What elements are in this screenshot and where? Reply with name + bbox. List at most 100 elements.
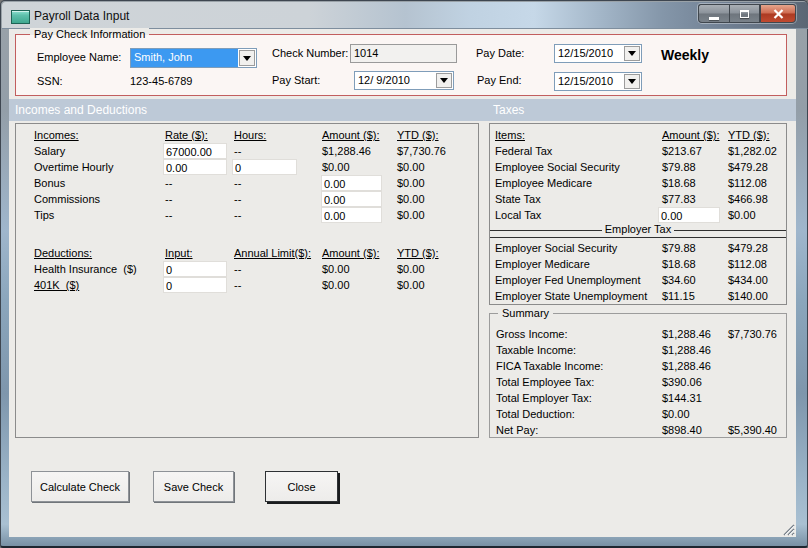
tax-row-ytd: $479.28 bbox=[728, 161, 768, 173]
overtime-hours-input[interactable] bbox=[232, 159, 297, 175]
tax-row-ytd: $112.08 bbox=[728, 258, 767, 270]
window-frame: Payroll Data Input Pay Check Information… bbox=[0, 0, 808, 548]
pay-date-value: 12/15/2010 bbox=[555, 45, 623, 62]
health-amount: $0.00 bbox=[322, 263, 350, 275]
tax-row-ytd: $434.00 bbox=[728, 274, 768, 286]
close-icon bbox=[773, 9, 784, 19]
close-button[interactable] bbox=[760, 4, 796, 23]
income-row-label: Bonus bbox=[34, 177, 65, 189]
summary-row-amount: $898.40 bbox=[662, 424, 702, 436]
tax-row-ytd: $112.08 bbox=[728, 177, 767, 189]
pay-end-dropdown-icon[interactable] bbox=[624, 74, 640, 89]
employee-name-value: Smith, John bbox=[131, 49, 238, 67]
tax-row-ytd: $479.28 bbox=[728, 242, 768, 254]
ssn-label: SSN: bbox=[37, 75, 63, 87]
rate-header: Rate ($): bbox=[165, 129, 208, 141]
tax-row-label: Employer Social Security bbox=[495, 242, 617, 254]
bonus-ytd: $0.00 bbox=[397, 177, 425, 189]
employee-name-dropdown-icon[interactable] bbox=[239, 50, 255, 66]
check-number-input[interactable]: 1014 bbox=[350, 44, 457, 63]
tax-row-ytd: $140.00 bbox=[728, 290, 768, 302]
summary-row-label: Total Employer Tax: bbox=[496, 392, 592, 404]
401k-limit: -- bbox=[234, 279, 241, 291]
pay-date-picker[interactable]: 12/15/2010 bbox=[554, 44, 642, 63]
local-tax-input[interactable] bbox=[658, 207, 720, 223]
summary-row-label: Total Employee Tax: bbox=[496, 376, 594, 388]
summary-row-amount: $390.06 bbox=[662, 376, 702, 388]
summary-row-amount: $1,288.46 bbox=[662, 344, 711, 356]
app-icon bbox=[11, 10, 30, 24]
tax-row-label: Employer Fed Unemployment bbox=[495, 274, 641, 286]
calculate-check-button[interactable]: Calculate Check bbox=[31, 471, 129, 502]
tax-row-label: Federal Tax bbox=[495, 145, 552, 157]
income-row-label: Salary bbox=[34, 145, 65, 157]
tax-row-amount: $79.88 bbox=[662, 161, 696, 173]
tax-row-label: Employee Medicare bbox=[495, 177, 592, 189]
tips-amount-input[interactable] bbox=[321, 207, 382, 223]
window-title: Payroll Data Input bbox=[34, 9, 129, 23]
commissions-amount-input[interactable] bbox=[321, 191, 382, 207]
tips-rate: -- bbox=[165, 209, 172, 221]
ssn-value: 123-45-6789 bbox=[130, 75, 192, 87]
maximize-button[interactable] bbox=[729, 4, 760, 23]
tax-row-amount: $11.15 bbox=[662, 290, 695, 302]
tax-row-label: Employee Social Security bbox=[495, 161, 620, 173]
resize-grip[interactable] bbox=[781, 522, 795, 536]
commissions-ytd: $0.00 bbox=[397, 193, 425, 205]
items-header: Items: bbox=[495, 129, 525, 141]
tax-row-ytd: $466.98 bbox=[728, 193, 768, 205]
pay-start-label: Pay Start: bbox=[272, 74, 320, 86]
summary-row-amount: $1,288.46 bbox=[662, 360, 711, 372]
tax-row-label: State Tax bbox=[495, 193, 541, 205]
401k-ytd: $0.00 bbox=[397, 279, 425, 291]
summary-row-label: Total Deduction: bbox=[496, 408, 575, 420]
employee-name-combobox[interactable]: Smith, John bbox=[130, 48, 257, 68]
401k-input[interactable] bbox=[163, 277, 227, 293]
amount-header: Amount ($): bbox=[322, 129, 379, 141]
overtime-amount: $0.00 bbox=[322, 161, 350, 173]
deduction-row-label-401k: 401K ($) bbox=[34, 279, 79, 291]
tax-row-label: Employer State Unemployment bbox=[495, 290, 647, 302]
employer-tax-header: Employer Tax bbox=[490, 223, 786, 235]
tax-row-amount: $18.68 bbox=[662, 177, 696, 189]
health-ytd: $0.00 bbox=[397, 263, 425, 275]
close-check-button[interactable]: Close bbox=[265, 471, 338, 502]
summary-group-label: Summary bbox=[498, 307, 553, 319]
401k-amount: $0.00 bbox=[322, 279, 350, 291]
salary-rate-input[interactable] bbox=[163, 143, 227, 159]
annual-limit-header: Annual Limit($): bbox=[234, 247, 311, 259]
summary-row-amount: $144.31 bbox=[662, 392, 702, 404]
salary-hours: -- bbox=[234, 145, 241, 157]
minimize-button[interactable] bbox=[698, 4, 729, 23]
tax-row-amount: $213.67 bbox=[662, 145, 702, 157]
ded-amount-header: Amount ($): bbox=[322, 247, 379, 259]
pay-date-dropdown-icon[interactable] bbox=[624, 46, 640, 61]
pay-start-dropdown-icon[interactable] bbox=[436, 73, 452, 88]
titlebar: Payroll Data Input bbox=[2, 2, 808, 29]
summary-row-amount: $1,288.46 bbox=[662, 328, 711, 340]
employee-name-label: Employee Name: bbox=[37, 51, 121, 63]
pay-start-value: 12/ 9/2010 bbox=[355, 72, 435, 89]
incomes-header: Incomes: bbox=[34, 129, 79, 141]
bonus-amount-input[interactable] bbox=[321, 175, 382, 191]
tax-row-amount: $77.83 bbox=[662, 193, 696, 205]
paycheck-group-label: Pay Check Information bbox=[30, 28, 149, 40]
tips-hours: -- bbox=[234, 209, 241, 221]
ded-ytd-header: YTD ($): bbox=[397, 247, 439, 259]
pay-start-picker[interactable]: 12/ 9/2010 bbox=[354, 71, 454, 90]
ytd-header: YTD ($): bbox=[397, 129, 439, 141]
overtime-rate-input[interactable] bbox=[163, 159, 227, 175]
client-area: Pay Check Information Employee Name: Smi… bbox=[9, 29, 796, 537]
hours-header: Hours: bbox=[234, 129, 266, 141]
health-limit: -- bbox=[234, 263, 241, 275]
pay-end-picker[interactable]: 12/15/2010 bbox=[554, 72, 642, 91]
tax-row-amount: $34.60 bbox=[662, 274, 696, 286]
save-check-button[interactable]: Save Check bbox=[153, 471, 234, 502]
summary-row-label: Gross Income: bbox=[496, 328, 568, 340]
pay-end-label: Pay End: bbox=[477, 74, 522, 86]
maximize-icon bbox=[740, 10, 749, 18]
health-insurance-input[interactable] bbox=[163, 261, 227, 277]
salary-amount: $1,288.46 bbox=[322, 145, 371, 157]
tips-ytd: $0.00 bbox=[397, 209, 425, 221]
income-row-label: Tips bbox=[34, 209, 54, 221]
